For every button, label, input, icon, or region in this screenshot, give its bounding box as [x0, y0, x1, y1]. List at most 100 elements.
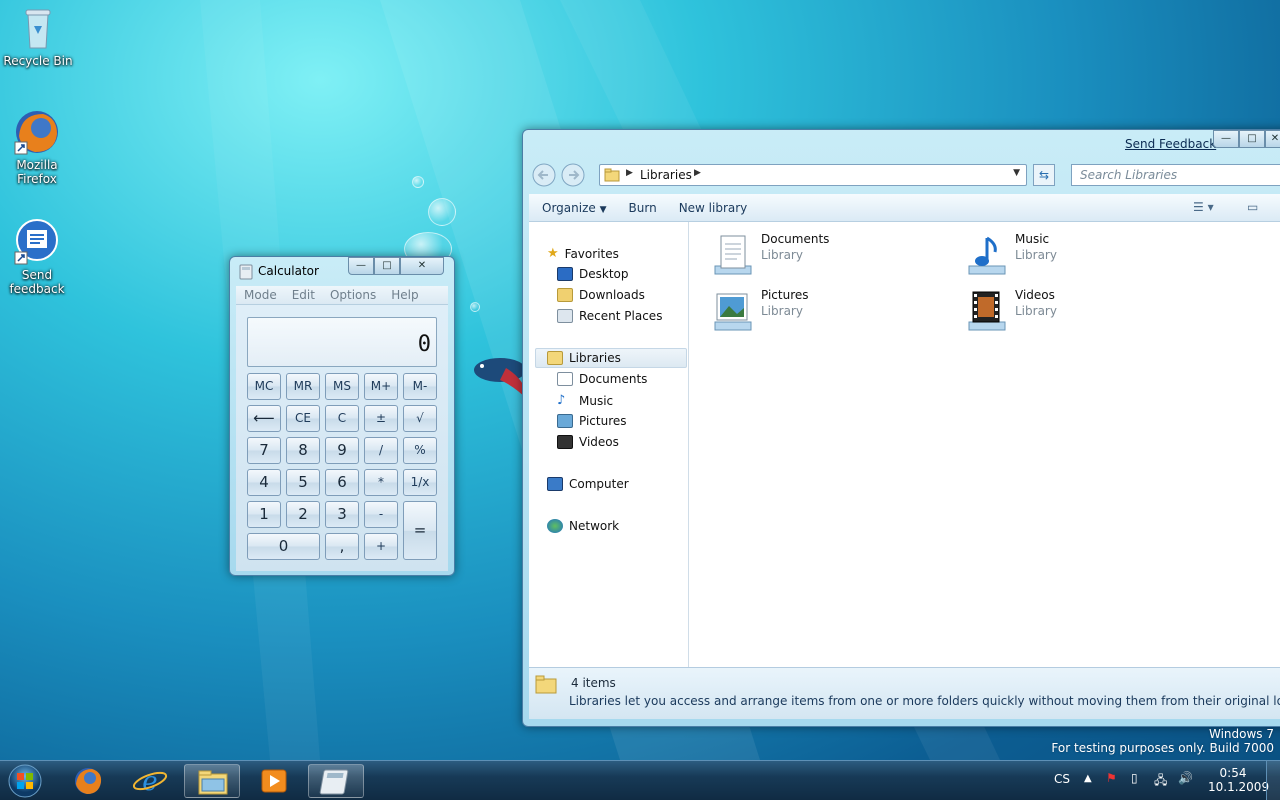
digit-2-button[interactable]: 2 [286, 501, 320, 528]
videos-library-icon [961, 288, 1009, 334]
m-plus-button[interactable]: M+ [364, 373, 398, 400]
burn-button[interactable]: Burn [629, 201, 657, 215]
maximize-button[interactable]: □ [374, 257, 400, 275]
details-description: Libraries let you access and arrange ite… [569, 694, 1280, 708]
digit-0-button[interactable]: 0 [247, 533, 320, 560]
nav-recent-places[interactable]: Recent Places [557, 309, 662, 323]
ce-button[interactable]: CE [286, 405, 320, 432]
digit-1-button[interactable]: 1 [247, 501, 281, 528]
clear-button[interactable]: C [325, 405, 359, 432]
language-indicator[interactable]: CS [1054, 772, 1070, 786]
nav-network[interactable]: Network [547, 519, 619, 533]
breadcrumb-libraries[interactable]: Libraries [640, 168, 692, 182]
desktop-icon-recycle-bin[interactable]: Recycle Bin [1, 4, 75, 68]
add-button[interactable]: + [364, 533, 398, 560]
digit-6-button[interactable]: 6 [325, 469, 359, 496]
reciprocal-button[interactable]: 1/x [403, 469, 437, 496]
show-desktop-button[interactable] [1266, 761, 1280, 800]
documents-icon [557, 372, 573, 386]
organize-button[interactable]: Organize ▼ [542, 201, 607, 215]
backspace-button[interactable]: ⟵ [247, 405, 281, 432]
desktop-icon-firefox[interactable]: Mozilla Firefox [0, 108, 74, 186]
recycle-bin-icon [14, 4, 62, 52]
nav-libraries[interactable]: Libraries [547, 351, 621, 365]
digit-3-button[interactable]: 3 [325, 501, 359, 528]
maximize-button[interactable]: □ [1239, 130, 1265, 148]
libraries-folder-icon [604, 168, 620, 182]
divide-button[interactable]: / [364, 437, 398, 464]
calculator-window[interactable]: Calculator — □ ✕ Mode Edit Options Help … [229, 256, 455, 576]
forward-button[interactable] [561, 164, 583, 188]
recent-places-icon [557, 309, 573, 323]
desktop-icon-send-feedback[interactable]: Send feedback [0, 218, 74, 296]
taskbar-calculator[interactable] [308, 764, 364, 798]
documents-library-icon [707, 232, 755, 278]
back-button[interactable] [531, 164, 553, 188]
nav-favorites[interactable]: ★ Favorites [547, 246, 619, 261]
view-options-icon[interactable]: ☰ ▾ [1193, 200, 1214, 214]
pictures-icon [557, 414, 573, 428]
music-library-icon [961, 232, 1009, 278]
battery-icon[interactable]: ▯ [1131, 771, 1138, 785]
digit-7-button[interactable]: 7 [247, 437, 281, 464]
action-center-flag-icon[interactable]: ⚑ [1106, 771, 1117, 785]
send-feedback-link[interactable]: Send Feedback [1125, 137, 1216, 151]
plus-minus-button[interactable]: ± [364, 405, 398, 432]
address-bar[interactable]: ▶ Libraries ▶ ▼ [599, 164, 1027, 186]
nav-computer[interactable]: Computer [547, 477, 629, 491]
taskbar-firefox[interactable] [60, 764, 116, 798]
volume-icon[interactable]: 🔊 [1178, 771, 1193, 785]
library-music[interactable]: Music Library [961, 232, 1057, 278]
start-button[interactable] [4, 763, 46, 799]
nav-downloads[interactable]: Downloads [557, 288, 645, 302]
digit-9-button[interactable]: 9 [325, 437, 359, 464]
minimize-button[interactable]: — [1213, 130, 1239, 148]
library-pictures[interactable]: Pictures Library [707, 288, 809, 334]
nav-pictures[interactable]: Pictures [557, 414, 627, 428]
network-tray-icon[interactable]: 🖧 [1154, 771, 1167, 792]
taskbar-media-player[interactable] [246, 764, 302, 798]
decimal-button[interactable]: , [325, 533, 359, 560]
refresh-icon[interactable]: ⇆ [1033, 164, 1055, 186]
close-button[interactable]: ✕ [400, 257, 444, 275]
menu-edit[interactable]: Edit [292, 288, 315, 302]
details-pane: 4 items Libraries let you access and arr… [529, 667, 1280, 719]
mc-button[interactable]: MC [247, 373, 281, 400]
nav-desktop[interactable]: Desktop [557, 267, 629, 281]
equals-button[interactable]: = [403, 501, 437, 560]
m-minus-button[interactable]: M- [403, 373, 437, 400]
minimize-button[interactable]: — [348, 257, 374, 275]
taskbar-internet-explorer[interactable]: e [122, 764, 178, 798]
nav-documents[interactable]: Documents [557, 372, 647, 386]
desktop-icon-label: Send feedback [9, 268, 65, 296]
address-dropdown-icon[interactable]: ▼ [1013, 168, 1020, 178]
percent-button[interactable]: % [403, 437, 437, 464]
media-player-icon [261, 769, 287, 793]
digit-5-button[interactable]: 5 [286, 469, 320, 496]
show-hidden-icons-icon[interactable]: ▲ [1084, 773, 1092, 784]
explorer-window[interactable]: Send Feedback — □ ✕ ▶ Libraries ▶ ▼ ⇆ Se… [522, 129, 1280, 727]
taskbar-windows-explorer[interactable] [184, 764, 240, 798]
menu-mode[interactable]: Mode [244, 288, 277, 302]
preview-pane-icon[interactable]: ▭ [1247, 200, 1258, 214]
nav-videos[interactable]: Videos [557, 435, 619, 449]
library-videos[interactable]: Videos Library [961, 288, 1057, 334]
menu-options[interactable]: Options [330, 288, 376, 302]
digit-8-button[interactable]: 8 [286, 437, 320, 464]
new-library-button[interactable]: New library [679, 201, 748, 215]
sqrt-button[interactable]: √ [403, 405, 437, 432]
mr-button[interactable]: MR [286, 373, 320, 400]
close-button[interactable]: ✕ [1265, 130, 1280, 148]
clock[interactable]: 0:54 10.1.2009 [1208, 766, 1269, 794]
digit-4-button[interactable]: 4 [247, 469, 281, 496]
nav-music[interactable]: ♪ Music [557, 393, 613, 408]
ms-button[interactable]: MS [325, 373, 359, 400]
calculator-keypad: 0 MC MR MS M+ M- ⟵ CE C ± √ 7 8 9 / % 4 … [236, 305, 448, 571]
subtract-button[interactable]: - [364, 501, 398, 528]
multiply-button[interactable]: * [364, 469, 398, 496]
breadcrumb-arrow-icon[interactable]: ▶ [694, 168, 701, 178]
menu-help[interactable]: Help [391, 288, 418, 302]
search-input[interactable]: Search Libraries [1071, 164, 1280, 186]
libraries-folder-icon [535, 675, 557, 694]
library-documents[interactable]: Documents Library [707, 232, 829, 278]
